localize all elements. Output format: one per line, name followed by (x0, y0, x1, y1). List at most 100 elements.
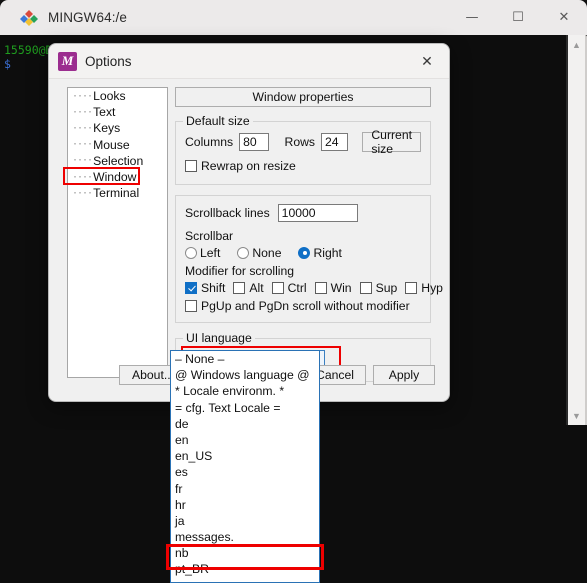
minimize-icon[interactable]: — (449, 0, 495, 35)
columns-label: Columns (185, 135, 234, 149)
tree-connector-icon: ···· (72, 155, 93, 167)
default-size-group: Default size Columns 80 Rows 24 Current … (175, 114, 431, 185)
window-properties-header[interactable]: Window properties (175, 87, 431, 107)
scrollbar-radio-group: Left None Right (185, 246, 421, 260)
sidebar-item-label: Terminal (93, 186, 140, 201)
dropdown-item[interactable]: – None – (171, 351, 319, 367)
radio-left-icon[interactable] (185, 247, 197, 259)
dialog-titlebar[interactable]: M Options ✕ (49, 44, 449, 79)
sidebar-item-label: Selection (93, 153, 144, 168)
tree-connector-icon: ···· (72, 171, 93, 183)
modifier-sup[interactable]: Sup (359, 281, 397, 295)
settings-content: Window properties Default size Columns 8… (175, 87, 443, 382)
radio-none-label: None (252, 246, 282, 260)
pgup-pgdn-label: PgUp and PgDn scroll without modifier (201, 299, 410, 313)
terminal-scrollbar[interactable]: ▲ ▼ (566, 35, 587, 425)
sup-checkbox[interactable] (359, 282, 372, 294)
close-icon[interactable]: ✕ (541, 0, 587, 35)
options-dialog: M Options ✕ ···· Looks ···· Text ···· Ke… (48, 43, 450, 402)
rewrap-label: Rewrap on resize (201, 159, 296, 173)
pgup-pgdn-row[interactable]: PgUp and PgDn scroll without modifier (185, 299, 421, 313)
default-size-legend: Default size (183, 114, 253, 128)
scrollback-lines-input[interactable]: 10000 (277, 204, 358, 222)
tree-connector-icon: ···· (72, 122, 93, 134)
sidebar-item-window[interactable]: ···· Window (63, 166, 167, 185)
scrollback-row: Scrollback lines 10000 (185, 204, 421, 222)
dropdown-item[interactable]: pt_BR (171, 561, 319, 577)
hyp-checkbox[interactable] (405, 282, 418, 294)
dropdown-item[interactable]: nb (171, 545, 319, 561)
columns-input[interactable]: 80 (239, 133, 269, 151)
modifier-win[interactable]: Win (314, 281, 352, 295)
ctrl-label: Ctrl (287, 281, 307, 295)
current-size-button[interactable]: Current size (362, 128, 421, 156)
dropdown-item[interactable]: es (171, 464, 319, 480)
win-label: Win (330, 281, 352, 295)
tree-connector-icon: ···· (72, 187, 93, 199)
sidebar-item-keys[interactable]: ···· Keys (68, 120, 167, 136)
radio-right-label: Right (313, 246, 342, 260)
sidebar-item-label: Keys (93, 121, 121, 136)
ui-language-dropdown-list[interactable]: – None – @ Windows language @ * Locale e… (170, 350, 320, 583)
scrollbar-option-left[interactable]: Left (185, 246, 220, 260)
sidebar-item-mouse[interactable]: ···· Mouse (68, 137, 167, 153)
dropdown-item[interactable]: ru (171, 578, 319, 582)
win-checkbox[interactable] (314, 282, 327, 294)
rows-label: Rows (284, 135, 315, 149)
sidebar-item-terminal[interactable]: ···· Terminal (68, 185, 167, 201)
sidebar-item-label: Text (93, 105, 116, 120)
dropdown-item[interactable]: hr (171, 497, 319, 513)
dropdown-item[interactable]: ja (171, 513, 319, 529)
radio-left-label: Left (200, 246, 221, 260)
scroll-down-icon[interactable]: ▼ (570, 409, 583, 422)
rewrap-on-resize-row[interactable]: Rewrap on resize (185, 159, 421, 173)
tree-connector-icon: ···· (72, 90, 93, 102)
rows-input[interactable]: 24 (321, 133, 349, 151)
scrollbar-option-none[interactable]: None (237, 246, 281, 260)
sidebar-item-selection[interactable]: ···· Selection (68, 153, 167, 169)
modifier-hyp[interactable]: Hyp (405, 281, 443, 295)
radio-right-icon[interactable] (298, 247, 311, 259)
scrollbar-option-right[interactable]: Right (298, 246, 342, 260)
sidebar-item-label: Window (93, 170, 137, 185)
dropdown-item[interactable]: = cfg. Text Locale = (171, 400, 319, 416)
alt-label: Alt (249, 281, 264, 295)
mintty-icon: M (58, 51, 77, 71)
shift-checkbox[interactable] (185, 282, 197, 294)
modifier-for-scrolling-label: Modifier for scrolling (185, 264, 295, 278)
dropdown-item[interactable]: fr (171, 481, 319, 497)
radio-none-icon[interactable] (237, 247, 250, 259)
modifier-alt[interactable]: Alt (233, 281, 264, 295)
dropdown-item[interactable]: @ Windows language @ (171, 367, 319, 383)
shift-label: Shift (201, 281, 226, 295)
modifier-shift[interactable]: Shift (185, 281, 225, 295)
dialog-close-icon[interactable]: ✕ (405, 44, 449, 78)
scrollback-group: Scrollback lines 10000 Scrollbar Left No… (175, 195, 443, 323)
apply-button[interactable]: Apply (373, 365, 435, 385)
terminal-title: MINGW64:/e (48, 10, 128, 25)
pgup-pgdn-checkbox[interactable] (185, 300, 197, 312)
sidebar-item-looks[interactable]: ···· Looks (68, 88, 167, 104)
sidebar-item-text[interactable]: ···· Text (68, 104, 167, 120)
dropdown-item[interactable]: messages. (171, 529, 319, 545)
settings-tree[interactable]: ···· Looks ···· Text ···· Keys ···· Mous… (63, 87, 168, 378)
terminal-prompt-line-2: $ (4, 57, 11, 71)
modifier-ctrl[interactable]: Ctrl (271, 281, 307, 295)
rewrap-checkbox[interactable] (185, 160, 197, 172)
scroll-up-icon[interactable]: ▲ (570, 38, 583, 51)
scrollback-lines-label: Scrollback lines (185, 206, 270, 220)
modifier-checkbox-group: Shift Alt Ctrl Win Sup Hyp (185, 281, 443, 295)
dropdown-item[interactable]: en_US (171, 448, 319, 464)
alt-checkbox[interactable] (233, 282, 246, 294)
size-row: Columns 80 Rows 24 Current size (185, 128, 421, 156)
dialog-title: Options (85, 53, 132, 69)
window-controls: — ☐ ✕ (449, 0, 587, 35)
scrollbar-label: Scrollbar (185, 229, 234, 243)
terminal-prompt-line-1: 15590@D (4, 43, 53, 57)
dropdown-item[interactable]: de (171, 416, 319, 432)
dropdown-item[interactable]: en (171, 432, 319, 448)
dropdown-item[interactable]: * Locale environm. * (171, 383, 319, 399)
ctrl-checkbox[interactable] (271, 282, 284, 294)
maximize-icon[interactable]: ☐ (495, 0, 541, 35)
terminal-titlebar[interactable]: MINGW64:/e — ☐ ✕ (0, 0, 587, 35)
